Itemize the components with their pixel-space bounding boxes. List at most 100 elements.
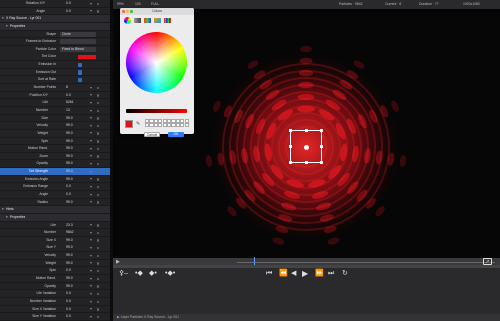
param-menu-icon[interactable] bbox=[90, 155, 92, 158]
param-value-field[interactable]: 0.0 bbox=[66, 8, 84, 16]
keyframe-dot-icon[interactable] bbox=[97, 193, 100, 196]
param-checkbox[interactable] bbox=[78, 70, 83, 75]
inspector-row[interactable]: Shape Circle bbox=[0, 30, 110, 39]
param-value-field[interactable]: 99.0 bbox=[66, 153, 84, 161]
param-menu-icon[interactable] bbox=[90, 170, 92, 173]
inspector-row[interactable]: Angle 0.0 bbox=[0, 191, 110, 199]
param-value-field[interactable]: 99.0 bbox=[66, 260, 84, 268]
keyframe-dot-icon[interactable] bbox=[97, 2, 100, 5]
cancel-button[interactable]: Cancel bbox=[144, 132, 160, 137]
inspector-row[interactable]: Position X/Y 0.0 bbox=[0, 91, 110, 100]
param-checkbox[interactable] bbox=[78, 62, 83, 67]
step-forward-icon[interactable]: ⏩ bbox=[315, 270, 324, 278]
inspector-row[interactable]: Properties ▾ bbox=[0, 22, 110, 31]
inspector-row[interactable]: Hints ▾ bbox=[0, 206, 110, 214]
inspector-row[interactable]: Angle 0.0 bbox=[0, 7, 110, 16]
param-value-field[interactable]: 99.0 bbox=[66, 160, 84, 168]
inspector-row[interactable]: Size X 99.0 bbox=[0, 236, 110, 245]
inspector-row[interactable]: Life 23.3 bbox=[0, 221, 110, 230]
keyframe-dot-icon[interactable] bbox=[97, 117, 100, 120]
param-value-field[interactable]: 99.0 bbox=[66, 168, 84, 176]
key-icon[interactable]: ⚴– bbox=[119, 270, 128, 278]
ok-button[interactable]: OK bbox=[168, 132, 184, 137]
param-menu-icon[interactable] bbox=[90, 292, 92, 295]
keyframe-dot-icon[interactable] bbox=[97, 292, 100, 296]
param-value-field[interactable]: 23.3 bbox=[66, 222, 84, 230]
resize-handle[interactable] bbox=[289, 161, 292, 164]
param-popup-menu[interactable]: Circle bbox=[60, 31, 96, 37]
param-menu-icon[interactable] bbox=[90, 109, 92, 112]
param-menu-icon[interactable] bbox=[90, 308, 92, 311]
param-menu-icon[interactable] bbox=[90, 224, 92, 227]
inspector-row[interactable]: X Ray Source - Lyr 001 ▾ bbox=[0, 15, 110, 23]
param-menu-icon[interactable] bbox=[90, 140, 92, 143]
param-menu-icon[interactable] bbox=[90, 10, 92, 13]
param-menu-icon[interactable] bbox=[90, 277, 92, 280]
inspector-row[interactable]: Life 6261 bbox=[0, 99, 110, 107]
keyframe-dot-icon[interactable] bbox=[97, 231, 100, 235]
inspector-row[interactable]: Velocity 99.0 bbox=[0, 122, 110, 130]
param-value-field[interactable]: 0.0 bbox=[66, 183, 84, 191]
keyframe-dot-icon[interactable] bbox=[97, 254, 100, 258]
param-menu-icon[interactable] bbox=[90, 269, 92, 272]
param-menu-icon[interactable] bbox=[90, 124, 92, 127]
param-menu-icon[interactable] bbox=[90, 86, 92, 89]
disclosure-icon[interactable]: ▾ bbox=[6, 23, 8, 31]
param-value-field[interactable]: 0.0 bbox=[66, 191, 84, 199]
disclosure-icon[interactable]: ▾ bbox=[2, 15, 4, 23]
inspector-row[interactable]: Opacity 99.0 bbox=[0, 282, 110, 291]
emitter-bounding-box[interactable] bbox=[289, 129, 323, 164]
add-keyframe-icon[interactable]: •◆• bbox=[165, 270, 175, 278]
inspector-row[interactable]: Size 99.0 bbox=[0, 114, 110, 123]
param-menu-icon[interactable] bbox=[90, 147, 92, 150]
inspector-row[interactable]: Properties ▾ bbox=[0, 213, 110, 222]
color-swatch-cell[interactable] bbox=[184, 123, 189, 127]
param-menu-icon[interactable] bbox=[90, 193, 92, 196]
param-value-field[interactable]: 0.0 bbox=[66, 306, 84, 314]
inspector-row[interactable]: Size X Variation 0.0 bbox=[0, 305, 110, 314]
param-value-field[interactable]: 99.0 bbox=[66, 283, 84, 291]
anchor-point-icon[interactable] bbox=[304, 144, 309, 150]
param-value-field[interactable]: 99.0 bbox=[66, 237, 84, 245]
keyframe-dot-icon[interactable] bbox=[97, 308, 100, 311]
inspector-row[interactable]: Tint Color bbox=[0, 53, 110, 62]
param-menu-icon[interactable] bbox=[90, 262, 92, 265]
inspector-row[interactable]: Emission Range 0.0 bbox=[0, 183, 110, 192]
param-menu-icon[interactable] bbox=[90, 132, 92, 135]
param-popup-menu[interactable]: Fixed to Blend bbox=[60, 47, 96, 53]
param-menu-icon[interactable] bbox=[90, 94, 92, 97]
keyframe-dot-icon[interactable] bbox=[97, 269, 100, 273]
resize-handle[interactable] bbox=[320, 145, 323, 148]
brightness-slider[interactable] bbox=[126, 109, 187, 113]
resize-handle[interactable] bbox=[320, 161, 323, 164]
resize-handle[interactable] bbox=[289, 129, 292, 132]
param-menu-icon[interactable] bbox=[90, 300, 92, 303]
resize-handle[interactable] bbox=[320, 129, 323, 132]
param-menu-icon[interactable] bbox=[90, 247, 92, 250]
param-value-field[interactable]: 0.0 bbox=[66, 267, 84, 275]
param-menu-icon[interactable] bbox=[90, 163, 92, 166]
expand-icon[interactable]: ↗ bbox=[483, 258, 492, 265]
inspector-row[interactable]: Emission Angle 99.0 bbox=[0, 175, 110, 184]
inspector-row[interactable]: Weight 99.0 bbox=[0, 259, 110, 268]
disclosure-icon[interactable]: ▾ bbox=[6, 214, 8, 222]
inspector-row[interactable]: Radius 99.0 bbox=[0, 198, 110, 207]
rewind-icon[interactable]: ⏮ bbox=[266, 270, 272, 278]
param-value-field[interactable]: 0.0 bbox=[66, 0, 84, 8]
param-menu-icon[interactable] bbox=[90, 2, 92, 5]
inspector-row[interactable]: Emission Out bbox=[0, 68, 110, 77]
crayons-icon[interactable] bbox=[164, 18, 171, 23]
param-menu-icon[interactable] bbox=[90, 101, 92, 104]
inspector-row[interactable]: Sort at Rate bbox=[0, 76, 110, 85]
keyframe-dot-icon[interactable] bbox=[97, 315, 100, 319]
image-palette-icon[interactable] bbox=[154, 18, 161, 23]
keyframe-dot-icon[interactable] bbox=[97, 155, 100, 158]
step-back-icon[interactable]: ⏪ bbox=[279, 270, 288, 278]
param-value-field[interactable]: 9842 bbox=[66, 229, 84, 237]
inspector-row[interactable]: Particle Color Fixed to Blend bbox=[0, 45, 110, 54]
keyframe-dot-icon[interactable] bbox=[97, 109, 100, 112]
palette-icon[interactable] bbox=[144, 18, 151, 23]
param-menu-icon[interactable] bbox=[90, 239, 92, 242]
param-value-field[interactable]: 99.0 bbox=[66, 122, 84, 130]
inspector-row[interactable]: Size Y 99.0 bbox=[0, 244, 110, 253]
